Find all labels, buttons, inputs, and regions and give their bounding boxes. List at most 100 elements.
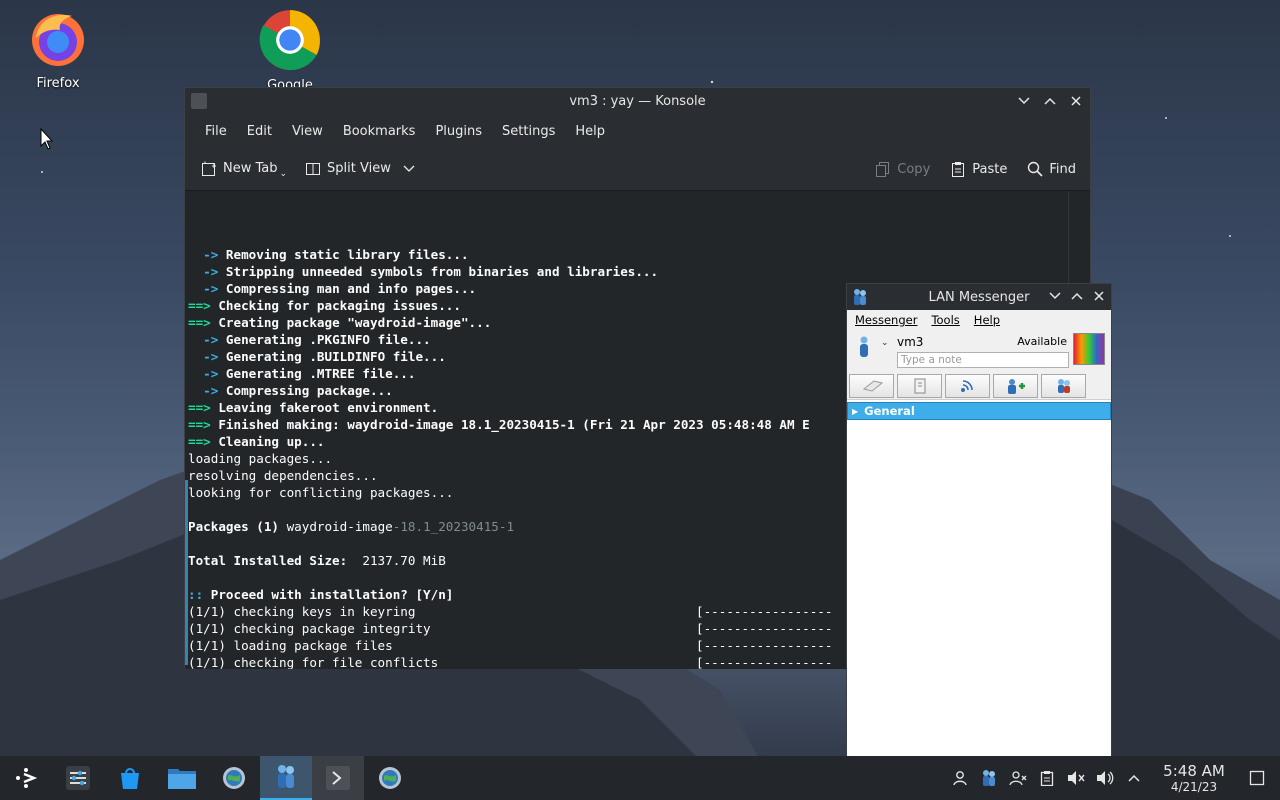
lan-messenger-titlebar[interactable]: LAN Messenger [847, 284, 1111, 310]
terminal-text: Checking for packaging issues... [218, 298, 461, 313]
window-title: vm3 : yay — Konsole [569, 94, 706, 109]
close-button[interactable] [1091, 287, 1107, 305]
task-globe-app[interactable] [208, 756, 260, 800]
chevron-down-icon[interactable]: ⌄ [881, 338, 889, 348]
status-label[interactable]: Available [1017, 335, 1067, 348]
find-label: Find [1049, 161, 1076, 177]
minimize-button[interactable] [1016, 92, 1032, 110]
chevron-down-icon [1018, 97, 1030, 105]
add-user-icon [1007, 378, 1025, 394]
menu-view[interactable]: View [282, 124, 333, 139]
terminal-text: -> [188, 247, 226, 262]
terminal-text: looking for conflicting packages... [188, 485, 454, 500]
menu-settings[interactable]: Settings [492, 124, 565, 139]
terminal-text: Finished making: waydroid-image 18.1_202… [218, 417, 810, 432]
find-button[interactable]: Find [1027, 161, 1076, 177]
selection-marker [185, 480, 188, 665]
globe-gear-icon [223, 767, 245, 789]
broadcast-button[interactable] [945, 373, 990, 398]
users-icon [1057, 378, 1070, 393]
volume-muted-icon[interactable] [1061, 770, 1090, 786]
menu-bookmarks[interactable]: Bookmarks [333, 124, 426, 139]
add-contact-button[interactable] [993, 373, 1038, 398]
menu-tools[interactable]: Tools [931, 313, 959, 327]
terminal-text: ==> [188, 298, 219, 313]
copy-button[interactable]: Copy [875, 161, 930, 177]
lan-messenger-window[interactable]: LAN Messenger Messenger Tools Help ⌄ vm3… [846, 283, 1112, 758]
terminal-text: -> [188, 349, 226, 364]
lan-messenger-app-icon [854, 289, 866, 305]
terminal-text: Generating .BUILDINFO file... [225, 349, 446, 364]
terminal-text: Cleaning up... [218, 434, 325, 449]
taskbar: 5:48 AM 4/21/23 [0, 756, 1280, 800]
maximize-button[interactable] [1069, 287, 1085, 305]
terminal-text: Compressing package... [225, 383, 393, 398]
konsole-menubar: File Edit View Bookmarks Plugins Setting… [185, 115, 1090, 147]
settings-button[interactable] [1041, 373, 1086, 398]
new-tab-button[interactable]: New Tab ⌄ [201, 159, 287, 179]
clipboard-icon[interactable] [1032, 770, 1061, 786]
menu-help[interactable]: Help [974, 313, 1000, 327]
chat-room-button[interactable] [849, 373, 894, 398]
minimize-button[interactable] [1047, 287, 1063, 305]
terminal-text: ==> [188, 434, 219, 449]
task-konsole[interactable] [312, 756, 364, 800]
task-globe-app-2[interactable] [364, 756, 416, 800]
menu-file[interactable]: File [195, 124, 237, 139]
user-status-icon[interactable] [857, 336, 871, 358]
terminal-text: (1/1) checking package integrity [------… [188, 621, 833, 636]
terminal-text: Stripping unneeded symbols from binaries… [225, 264, 659, 279]
mouse-cursor [40, 128, 54, 150]
split-view-icon [306, 162, 321, 175]
terminal-text: Total Installed Size: [188, 553, 363, 568]
paste-icon [952, 162, 965, 177]
lan-messenger-tray-icon[interactable] [974, 769, 1003, 787]
clock-time: 5:48 AM [1163, 761, 1225, 780]
menu-edit[interactable]: Edit [237, 124, 282, 139]
terminal-text: loading packages... [188, 451, 333, 466]
sliders-icon [66, 766, 90, 790]
terminal-text: :: [188, 587, 211, 602]
chevron-up-icon[interactable] [1119, 774, 1148, 782]
konsole-toolbar: New Tab ⌄ Split View Copy Paste Find [185, 147, 1090, 191]
launcher-icon [16, 768, 38, 788]
digital-clock[interactable]: 5:48 AM 4/21/23 [1154, 761, 1234, 794]
maximize-button[interactable] [1042, 92, 1058, 110]
task-system-settings[interactable] [52, 756, 104, 800]
user-icon[interactable] [945, 770, 974, 786]
terminal-text: Packages (1) [188, 519, 287, 534]
menu-plugins[interactable]: Plugins [425, 124, 492, 139]
chevron-right-icon: ▶ [852, 406, 859, 416]
close-button[interactable] [1068, 92, 1084, 110]
volume-icon[interactable] [1090, 770, 1119, 786]
show-desktop-button[interactable] [1234, 770, 1280, 786]
terminal-text: (1/1) loading package files [-----------… [188, 638, 833, 653]
menu-messenger[interactable]: Messenger [855, 313, 917, 327]
task-file-manager[interactable] [156, 756, 208, 800]
contact-group-general[interactable]: ▶ General [847, 402, 1111, 420]
lan-messenger-toolbar [847, 372, 1111, 400]
application-launcher[interactable] [0, 756, 52, 800]
menu-help[interactable]: Help [565, 124, 615, 139]
avatar[interactable] [1073, 333, 1105, 365]
broadcast-icon [960, 379, 973, 392]
network-user-icon[interactable] [1003, 770, 1032, 786]
user-panel: ⌄ vm3 Available Type a note [847, 330, 1111, 372]
globe-gear-icon [379, 767, 401, 789]
new-tab-icon [202, 161, 216, 176]
terminal-text: resolving dependencies... [188, 468, 378, 483]
system-tray: 5:48 AM 4/21/23 [945, 756, 1280, 800]
terminal-text: Compressing man and info pages... [225, 281, 477, 296]
note-input[interactable]: Type a note [897, 352, 1069, 368]
shopping-bag-icon [121, 768, 139, 789]
file-transfer-button[interactable] [897, 373, 942, 398]
konsole-app-icon[interactable] [191, 93, 207, 109]
desktop-icon-firefox[interactable]: Firefox [8, 8, 108, 91]
split-view-button[interactable]: Split View [305, 161, 415, 177]
task-discover[interactable] [104, 756, 156, 800]
paste-button[interactable]: Paste [950, 161, 1007, 177]
konsole-titlebar[interactable]: vm3 : yay — Konsole [185, 88, 1090, 115]
task-lan-messenger[interactable] [260, 756, 312, 800]
copy-label: Copy [897, 161, 931, 177]
close-icon [1094, 291, 1104, 301]
